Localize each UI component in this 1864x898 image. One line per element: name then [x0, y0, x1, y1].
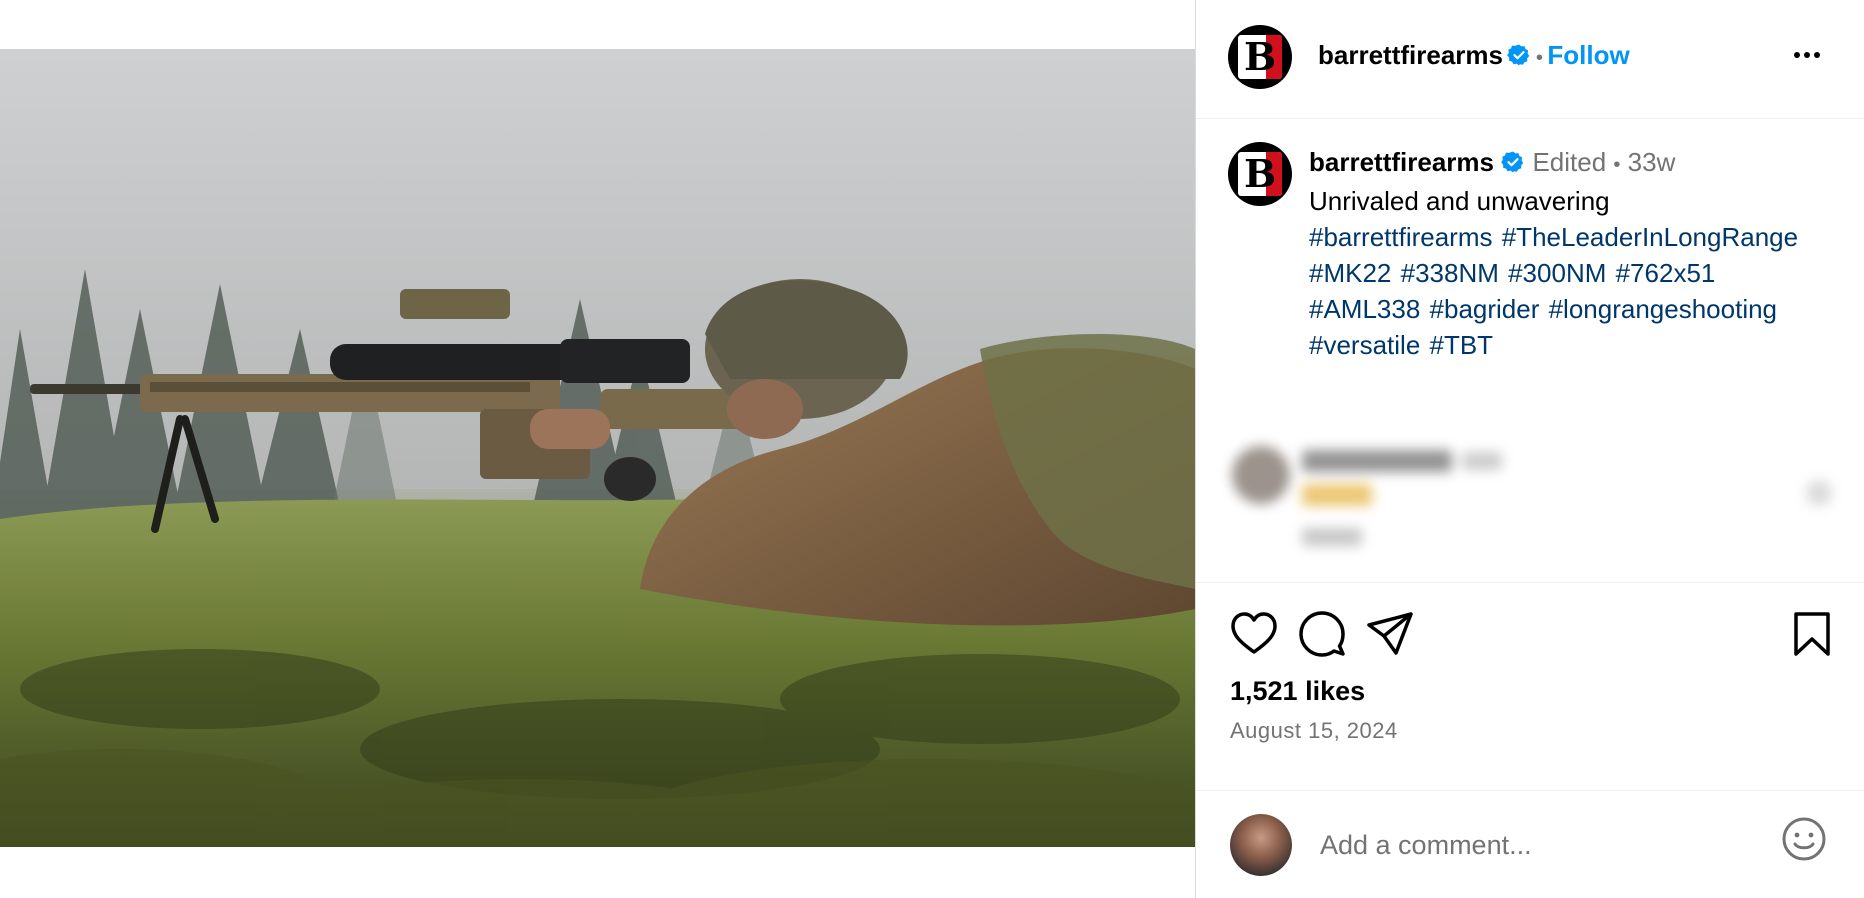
blurred-comment-preview [1232, 440, 1832, 580]
barrett-logo: B [1238, 35, 1282, 79]
caption-body: Unrivaled and unwavering [1309, 186, 1610, 216]
comment-bar [1196, 791, 1864, 898]
author-avatar[interactable]: B [1228, 25, 1292, 89]
comment-input[interactable] [1318, 821, 1752, 869]
edited-label: Edited [1532, 147, 1607, 177]
current-user-avatar [1230, 814, 1292, 876]
post-age[interactable]: 33w [1628, 147, 1676, 177]
likes-count[interactable]: 1,521 likes [1230, 676, 1365, 707]
verified-badge-icon [1501, 151, 1524, 173]
more-options-icon[interactable] [1792, 45, 1828, 65]
author-username[interactable]: barrettfirearms [1318, 40, 1503, 70]
caption-meta: barrettfirearms Edited • 33w [1309, 144, 1829, 183]
post-media [0, 0, 1195, 898]
post-sidebar: B barrettfirearms • Follow B barrettfire [1196, 0, 1864, 898]
action-bar [1196, 608, 1864, 664]
bookmark-icon[interactable] [1786, 608, 1838, 660]
post-date[interactable]: August 15, 2024 [1230, 718, 1398, 744]
header-separator: • [1535, 47, 1543, 69]
caption-author-avatar[interactable]: B [1228, 142, 1292, 206]
post-image[interactable] [0, 49, 1195, 847]
header-meta: barrettfirearms • Follow [1318, 40, 1630, 71]
verified-badge-icon [1507, 44, 1530, 66]
caption-section: B barrettfirearms Edited • 33w Unrivaled… [1196, 118, 1864, 580]
caption-separator: • [1613, 154, 1621, 176]
caption-username[interactable]: barrettfirearms [1309, 147, 1494, 177]
heart-icon[interactable] [1228, 608, 1280, 660]
post-image-illustration [0, 49, 1195, 847]
post-header: B barrettfirearms • Follow [1196, 0, 1864, 119]
divider [1196, 582, 1864, 583]
barrett-logo: B [1238, 152, 1282, 196]
caption-hashtags[interactable]: #barrettfirearms #TheLeaderInLongRange #… [1309, 219, 1829, 363]
comment-icon[interactable] [1296, 608, 1348, 660]
emoji-icon[interactable] [1780, 815, 1828, 863]
share-icon[interactable] [1364, 608, 1416, 660]
follow-button[interactable]: Follow [1547, 40, 1629, 70]
caption-text: barrettfirearms Edited • 33w Unrivaled a… [1309, 144, 1829, 363]
